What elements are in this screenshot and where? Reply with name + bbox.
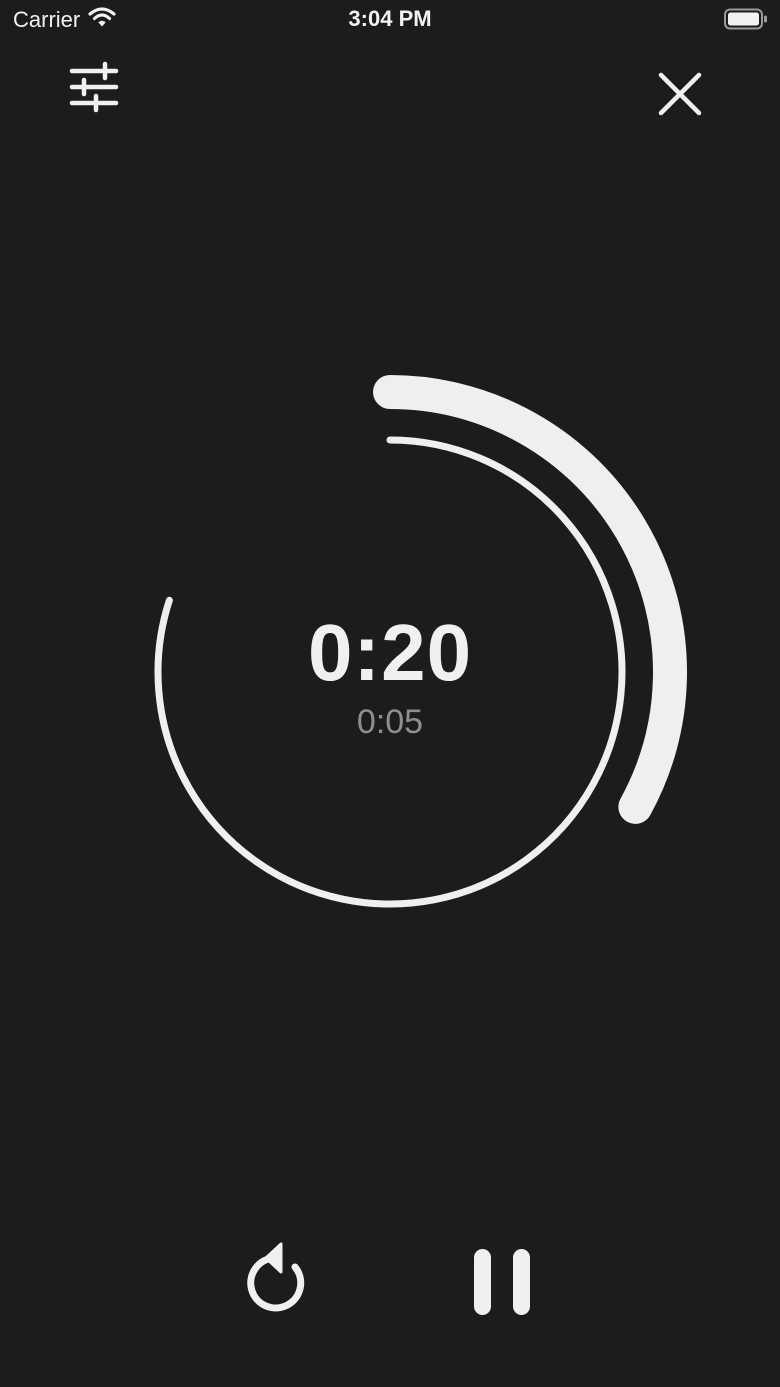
settings-button[interactable]	[62, 58, 126, 122]
close-button[interactable]	[648, 64, 712, 128]
timer-sub: 0:05	[356, 703, 424, 741]
status-bar: Carrier 3:04 PM	[0, 0, 780, 40]
close-icon	[656, 70, 704, 123]
pause-icon	[462, 1241, 542, 1326]
timer-main: 0:20	[307, 608, 473, 697]
status-time: 3:04 PM	[348, 6, 432, 31]
reset-button[interactable]	[237, 1241, 317, 1326]
outer-progress-arc	[373, 375, 687, 824]
sliders-icon	[66, 60, 122, 121]
battery-icon	[724, 8, 768, 30]
pause-button[interactable]	[462, 1243, 542, 1323]
reset-icon	[237, 1241, 317, 1326]
